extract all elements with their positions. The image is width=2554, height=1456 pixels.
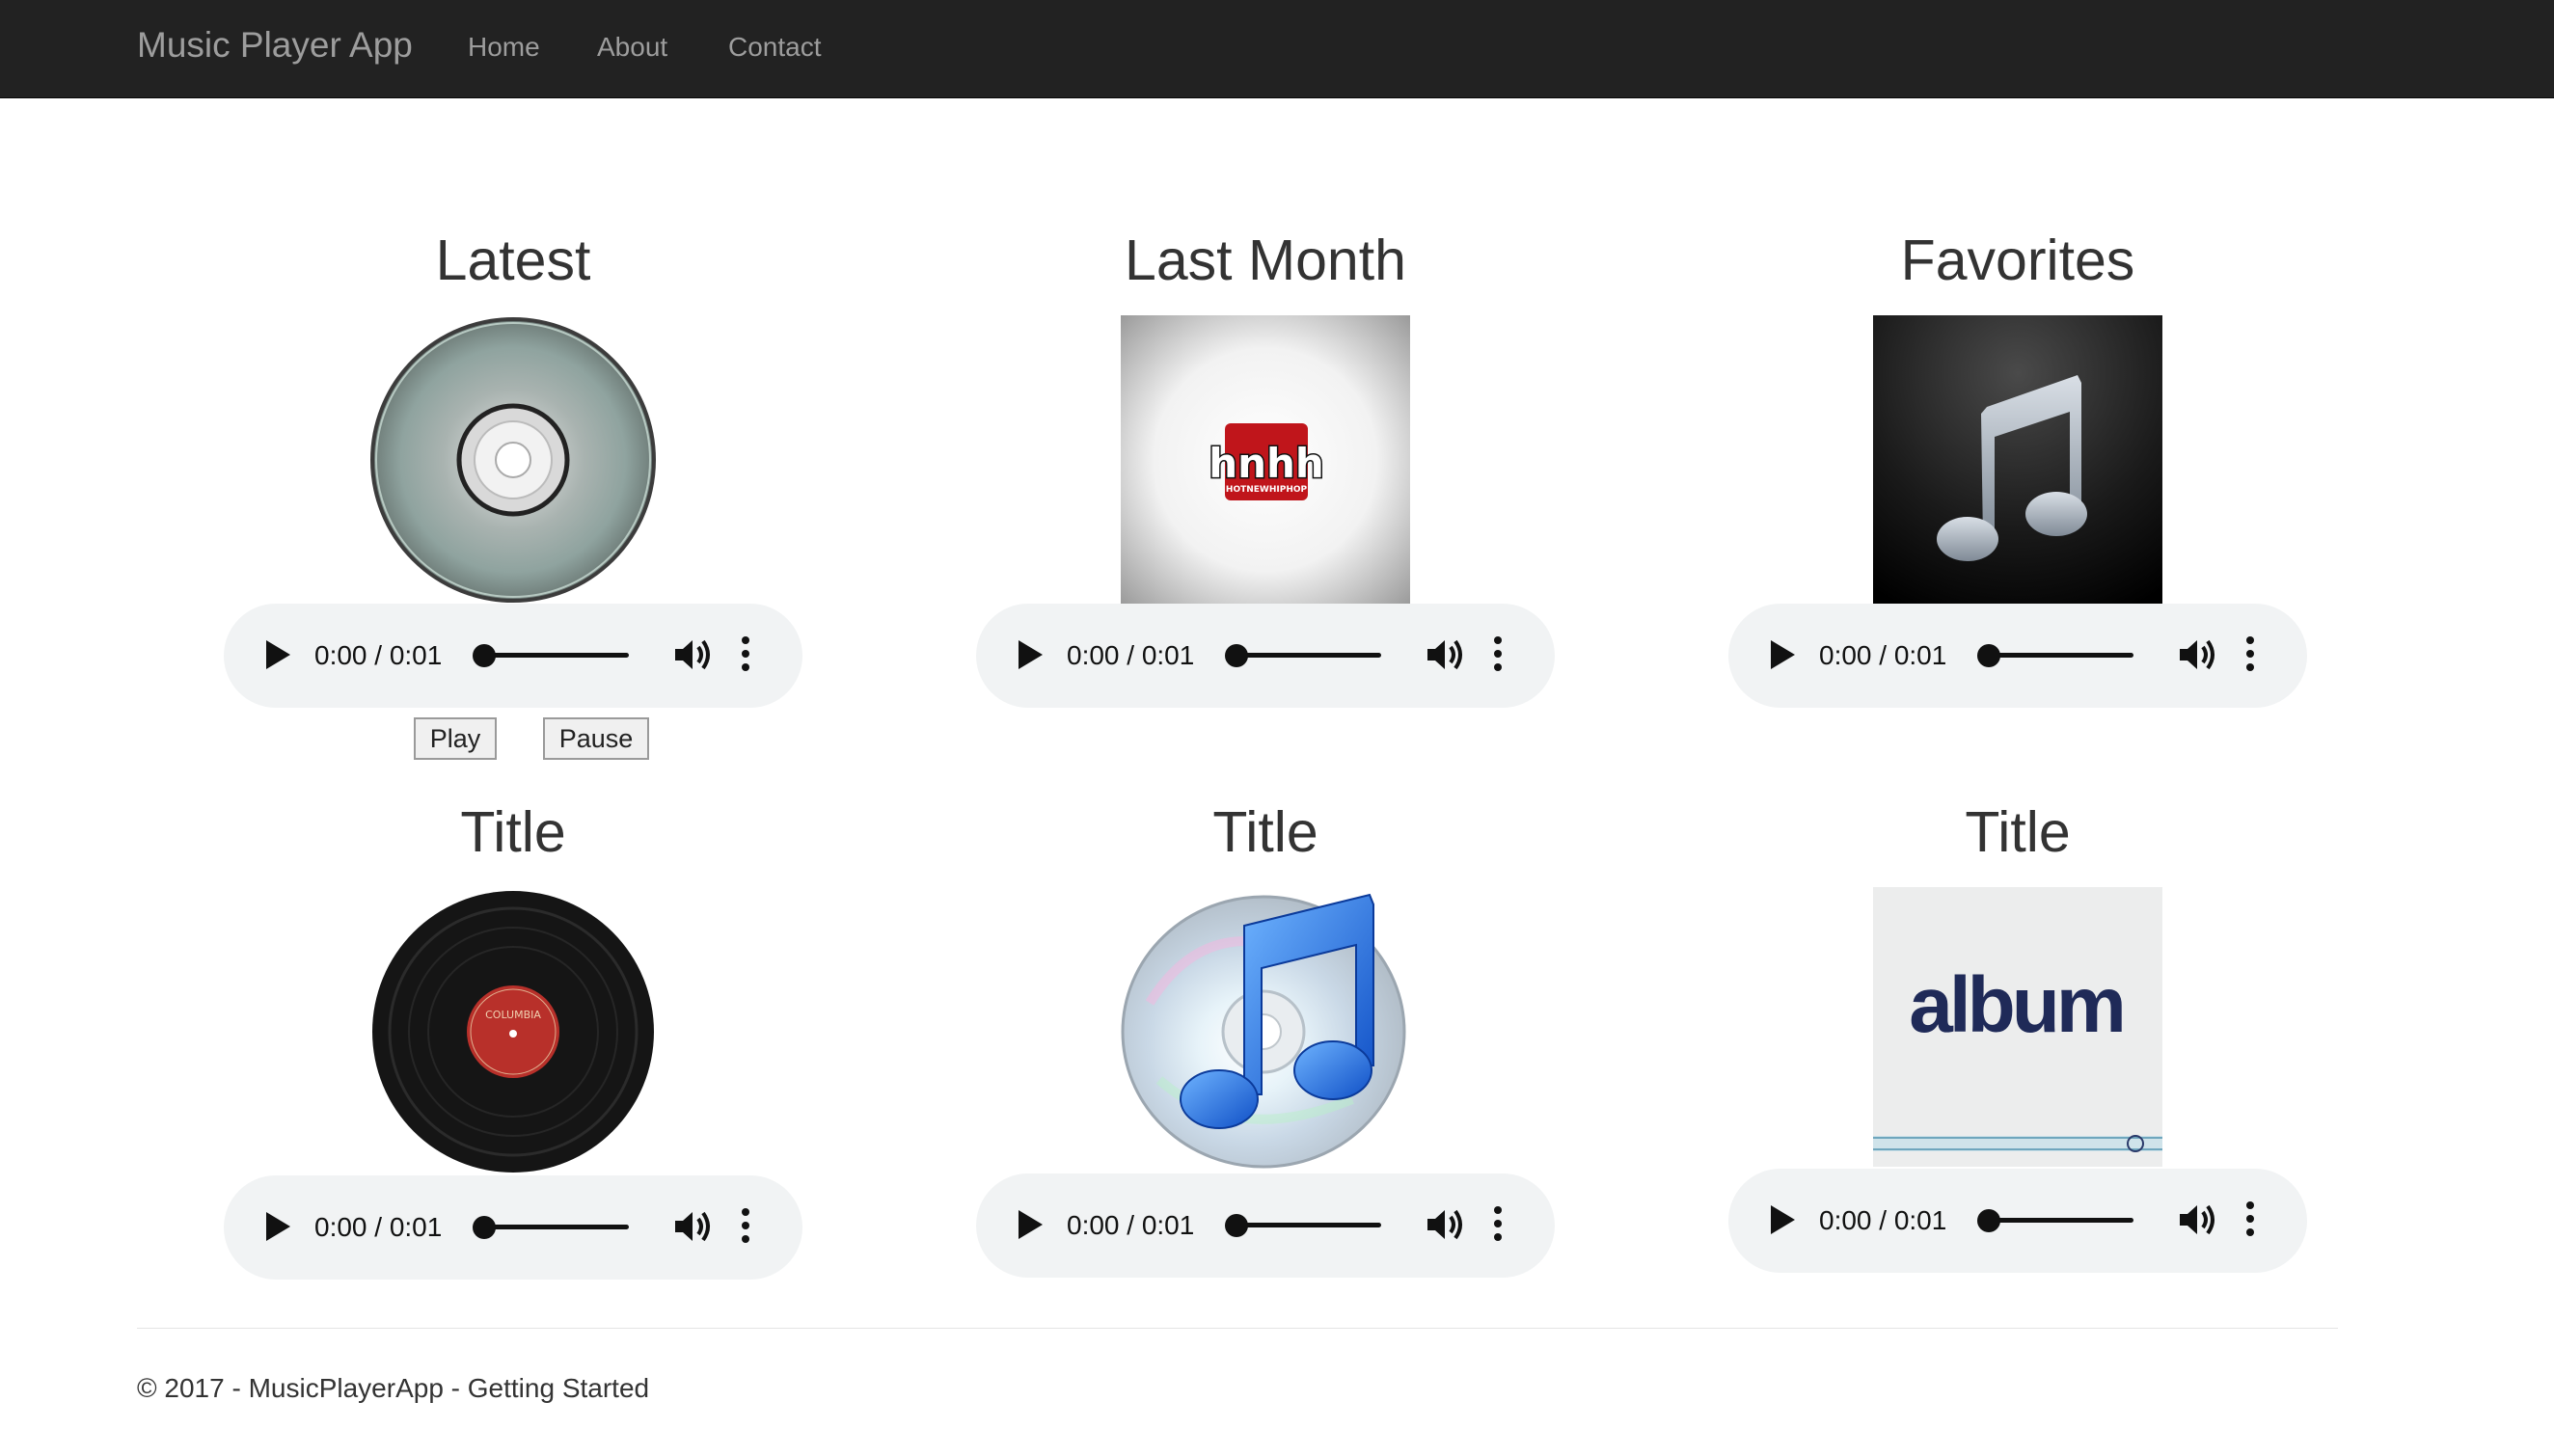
cd-disc-image — [368, 315, 658, 605]
audio-time: 0:00 / 0:01 — [1819, 640, 1947, 670]
navbar-brand[interactable]: Music Player App — [137, 25, 413, 66]
play-icon[interactable] — [1019, 640, 1043, 669]
card-title: Title — [1965, 800, 2071, 864]
audio-progress-track[interactable] — [484, 653, 629, 658]
pause-button[interactable]: Pause — [543, 717, 649, 760]
audio-progress-thumb[interactable] — [1225, 644, 1248, 667]
audio-progress-thumb[interactable] — [1977, 644, 2000, 667]
play-icon[interactable] — [266, 1212, 290, 1241]
card-title: Last Month — [1125, 229, 1406, 292]
more-options-icon[interactable] — [1493, 1206, 1503, 1245]
audio-progress-track[interactable] — [1989, 653, 2133, 658]
nav-link-contact[interactable]: Contact — [728, 32, 822, 63]
audio-time: 0:00 / 0:01 — [314, 640, 443, 670]
more-options-icon[interactable] — [741, 636, 750, 675]
nav-link-home[interactable]: Home — [468, 32, 540, 63]
audio-progress-thumb[interactable] — [473, 644, 496, 667]
audio-progress-track[interactable] — [1989, 1218, 2133, 1223]
audio-progress-track[interactable] — [1236, 653, 1381, 658]
navbar: Music Player App Home About Contact — [0, 0, 2554, 98]
volume-icon[interactable] — [1424, 635, 1466, 674]
volume-icon[interactable] — [2176, 1200, 2218, 1239]
footer-divider — [137, 1328, 2338, 1329]
audio-time: 0:00 / 0:01 — [1819, 1205, 1947, 1235]
album-cover-image: album — [1873, 887, 2162, 1167]
more-options-icon[interactable] — [1493, 636, 1503, 675]
play-icon[interactable] — [266, 640, 290, 669]
audio-progress-track[interactable] — [1236, 1223, 1381, 1227]
hnhh-logo-text: hnhh — [1209, 440, 1324, 487]
audio-progress-thumb[interactable] — [1225, 1214, 1248, 1237]
volume-icon[interactable] — [671, 635, 714, 674]
volume-icon[interactable] — [1424, 1205, 1466, 1244]
record-label-text: COLUMBIA — [485, 1009, 541, 1021]
vinyl-record-image: COLUMBIA — [368, 887, 658, 1176]
audio-progress-thumb[interactable] — [473, 1216, 496, 1239]
audio-progress-track[interactable] — [484, 1225, 629, 1229]
volume-icon[interactable] — [671, 1207, 714, 1246]
card-title: Title — [460, 800, 566, 864]
hnhh-logo-subtext: HOTNEWHIPHOP — [1226, 485, 1308, 495]
album-cover-text: album — [1909, 961, 2122, 1049]
audio-time: 0:00 / 0:01 — [314, 1212, 443, 1242]
hnhh-logo-image: hnhh HOTNEWHIPHOP — [1121, 315, 1410, 605]
more-options-icon[interactable] — [2245, 636, 2255, 675]
play-icon[interactable] — [1771, 1205, 1795, 1234]
nav-link-about[interactable]: About — [597, 32, 667, 63]
audio-player: 0:00 / 0:01 — [976, 1173, 1555, 1278]
audio-progress-thumb[interactable] — [1977, 1209, 2000, 1232]
music-note-dark-image — [1873, 315, 2162, 605]
more-options-icon[interactable] — [741, 1208, 750, 1247]
volume-icon[interactable] — [2176, 635, 2218, 674]
play-icon[interactable] — [1019, 1210, 1043, 1239]
play-icon[interactable] — [1771, 640, 1795, 669]
audio-player: 0:00 / 0:01 — [1728, 604, 2307, 708]
itunes-cd-image — [1121, 887, 1410, 1176]
audio-time: 0:00 / 0:01 — [1067, 1210, 1195, 1240]
audio-player: 0:00 / 0:01 — [224, 1175, 802, 1280]
card-title: Favorites — [1900, 229, 2135, 292]
audio-player: 0:00 / 0:01 — [976, 604, 1555, 708]
footer-text: © 2017 - MusicPlayerApp - Getting Starte… — [137, 1373, 650, 1403]
audio-player: 0:00 / 0:01 — [224, 604, 802, 708]
audio-time: 0:00 / 0:01 — [1067, 640, 1195, 670]
more-options-icon[interactable] — [2245, 1201, 2255, 1240]
play-button[interactable]: Play — [414, 717, 497, 760]
card-title: Title — [1212, 800, 1318, 864]
card-title: Latest — [435, 229, 591, 292]
audio-player: 0:00 / 0:01 — [1728, 1169, 2307, 1273]
